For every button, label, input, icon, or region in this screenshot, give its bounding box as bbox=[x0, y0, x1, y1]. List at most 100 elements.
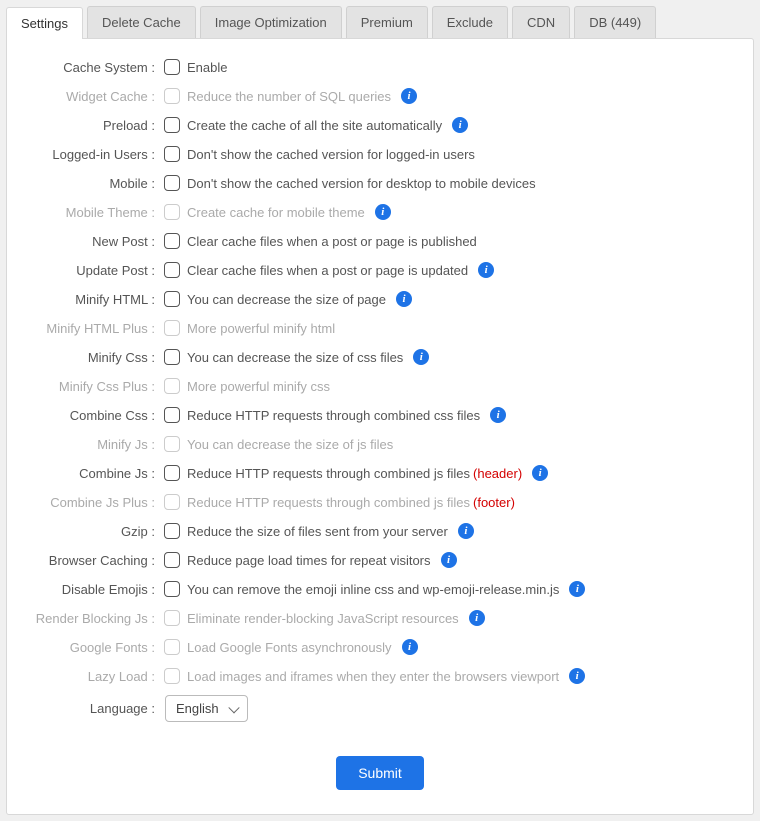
label-disable-emojis: Disable Emojis : bbox=[31, 582, 161, 597]
label-language: Language : bbox=[31, 701, 161, 716]
info-icon-mobile-theme[interactable]: i bbox=[375, 204, 391, 220]
desc-text-preload: Create the cache of all the site automat… bbox=[187, 118, 442, 133]
tab-image-optimization[interactable]: Image Optimization bbox=[200, 6, 342, 38]
desc-text-widget-cache: Reduce the number of SQL queries bbox=[187, 89, 391, 104]
tab-delete-cache[interactable]: Delete Cache bbox=[87, 6, 196, 38]
desc-combine-css: Reduce HTTP requests through combined cs… bbox=[183, 408, 480, 423]
checkbox-wrap-preload bbox=[161, 117, 183, 133]
row-logged-in-users: Logged-in Users :Don't show the cached v… bbox=[31, 144, 729, 164]
desc-minify-html: You can decrease the size of page bbox=[183, 292, 386, 307]
checkbox-wrap-combine-js bbox=[161, 465, 183, 481]
label-preload: Preload : bbox=[31, 118, 161, 133]
label-lazy-load: Lazy Load : bbox=[31, 669, 161, 684]
row-update-post: Update Post :Clear cache files when a po… bbox=[31, 260, 729, 280]
desc-text-browser-caching: Reduce page load times for repeat visito… bbox=[187, 553, 431, 568]
checkbox-combine-js[interactable] bbox=[164, 465, 180, 481]
tab-exclude[interactable]: Exclude bbox=[432, 6, 508, 38]
checkbox-new-post[interactable] bbox=[164, 233, 180, 249]
desc-preload: Create the cache of all the site automat… bbox=[183, 118, 442, 133]
row-preload: Preload : Create the cache of all the sit… bbox=[31, 115, 729, 135]
language-select-wrap: English bbox=[161, 695, 248, 722]
checkbox-wrap-disable-emojis bbox=[161, 581, 183, 597]
label-google-fonts: Google Fonts : bbox=[31, 640, 161, 655]
info-icon-browser-caching[interactable]: i bbox=[441, 552, 457, 568]
tab-db-449[interactable]: DB (449) bbox=[574, 6, 656, 38]
checkbox-mobile[interactable] bbox=[164, 175, 180, 191]
desc-minify-html-plus: More powerful minify html bbox=[183, 321, 335, 336]
info-icon-widget-cache[interactable]: i bbox=[401, 88, 417, 104]
checkbox-preload[interactable] bbox=[164, 117, 180, 133]
tab-cdn[interactable]: CDN bbox=[512, 6, 570, 38]
info-icon-google-fonts[interactable]: i bbox=[402, 639, 418, 655]
info-icon-combine-css[interactable]: i bbox=[490, 407, 506, 423]
desc-text-disable-emojis: You can remove the emoji inline css and … bbox=[187, 582, 559, 597]
desc-text-minify-html-plus: More powerful minify html bbox=[187, 321, 335, 336]
info-icon-minify-html[interactable]: i bbox=[396, 291, 412, 307]
checkbox-update-post[interactable] bbox=[164, 262, 180, 278]
desc-minify-css-plus: More powerful minify css bbox=[183, 379, 330, 394]
tab-premium[interactable]: Premium bbox=[346, 6, 428, 38]
checkbox-minify-js bbox=[164, 436, 180, 452]
label-cache-system: Cache System : bbox=[31, 60, 161, 75]
info-icon-combine-js[interactable]: i bbox=[532, 465, 548, 481]
desc-text-gzip: Reduce the size of files sent from your … bbox=[187, 524, 448, 539]
language-select[interactable]: English bbox=[165, 695, 248, 722]
checkbox-gzip[interactable] bbox=[164, 523, 180, 539]
row-widget-cache: Widget Cache :Reduce the number of SQL q… bbox=[31, 86, 729, 106]
label-logged-in-users: Logged-in Users : bbox=[31, 147, 161, 162]
checkbox-mobile-theme bbox=[164, 204, 180, 220]
desc-render-blocking-js: Eliminate render-blocking JavaScript res… bbox=[183, 611, 459, 626]
row-browser-caching: Browser Caching :Reduce page load times … bbox=[31, 550, 729, 570]
desc-cache-system: Enable bbox=[183, 60, 227, 75]
tab-settings[interactable]: Settings bbox=[6, 7, 83, 39]
checkbox-combine-css[interactable] bbox=[164, 407, 180, 423]
row-mobile-theme: Mobile Theme :Create cache for mobile th… bbox=[31, 202, 729, 222]
row-combine-js: Combine Js :Reduce HTTP requests through… bbox=[31, 463, 729, 483]
suffix-combine-js-plus: (footer) bbox=[473, 495, 515, 510]
info-icon-lazy-load[interactable]: i bbox=[569, 668, 585, 684]
label-minify-html-plus: Minify HTML Plus : bbox=[31, 321, 161, 336]
label-new-post: New Post : bbox=[31, 234, 161, 249]
row-cache-system: Cache System : Enable bbox=[31, 57, 729, 77]
info-icon-disable-emojis[interactable]: i bbox=[569, 581, 585, 597]
checkbox-browser-caching[interactable] bbox=[164, 552, 180, 568]
checkbox-wrap-gzip bbox=[161, 523, 183, 539]
info-icon-update-post[interactable]: i bbox=[478, 262, 494, 278]
desc-new-post: Clear cache files when a post or page is… bbox=[183, 234, 477, 249]
row-minify-css-plus: Minify Css Plus :More powerful minify cs… bbox=[31, 376, 729, 396]
checkbox-minify-html-plus bbox=[164, 320, 180, 336]
checkbox-wrap-combine-css bbox=[161, 407, 183, 423]
desc-text-combine-js-plus: Reduce HTTP requests through combined js… bbox=[187, 495, 470, 510]
submit-button[interactable]: Submit bbox=[336, 756, 424, 790]
row-google-fonts: Google Fonts :Load Google Fonts asynchro… bbox=[31, 637, 729, 657]
desc-combine-js-plus: Reduce HTTP requests through combined js… bbox=[183, 495, 515, 510]
checkbox-wrap-cache-system bbox=[161, 59, 183, 75]
row-minify-js: Minify Js :You can decrease the size of … bbox=[31, 434, 729, 454]
info-icon-minify-css[interactable]: i bbox=[413, 349, 429, 365]
desc-text-lazy-load: Load images and iframes when they enter … bbox=[187, 669, 559, 684]
row-minify-css: Minify Css :You can decrease the size of… bbox=[31, 347, 729, 367]
checkbox-combine-js-plus bbox=[164, 494, 180, 510]
checkbox-wrap-combine-js-plus bbox=[161, 494, 183, 510]
checkbox-wrap-widget-cache bbox=[161, 88, 183, 104]
checkbox-disable-emojis[interactable] bbox=[164, 581, 180, 597]
info-icon-render-blocking-js[interactable]: i bbox=[469, 610, 485, 626]
checkbox-wrap-minify-css bbox=[161, 349, 183, 365]
checkbox-logged-in-users[interactable] bbox=[164, 146, 180, 162]
checkbox-minify-html[interactable] bbox=[164, 291, 180, 307]
desc-text-new-post: Clear cache files when a post or page is… bbox=[187, 234, 477, 249]
label-update-post: Update Post : bbox=[31, 263, 161, 278]
info-icon-gzip[interactable]: i bbox=[458, 523, 474, 539]
checkbox-wrap-minify-html bbox=[161, 291, 183, 307]
row-render-blocking-js: Render Blocking Js : Eliminate render-blo… bbox=[31, 608, 729, 628]
submit-row: Submit bbox=[31, 756, 729, 790]
checkbox-render-blocking-js bbox=[164, 610, 180, 626]
checkbox-minify-css[interactable] bbox=[164, 349, 180, 365]
checkbox-cache-system[interactable] bbox=[164, 59, 180, 75]
label-mobile-theme: Mobile Theme : bbox=[31, 205, 161, 220]
label-combine-css: Combine Css : bbox=[31, 408, 161, 423]
desc-combine-js: Reduce HTTP requests through combined js… bbox=[183, 466, 522, 481]
label-render-blocking-js: Render Blocking Js : bbox=[31, 611, 161, 626]
info-icon-preload[interactable]: i bbox=[452, 117, 468, 133]
row-mobile: Mobile :Don't show the cached version fo… bbox=[31, 173, 729, 193]
